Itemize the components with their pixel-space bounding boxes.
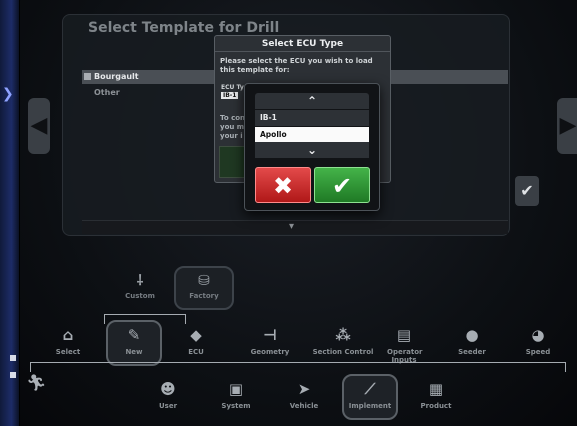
template-source-custom[interactable]: ⸸ Custom <box>116 274 164 300</box>
tab-vehicle[interactable]: ➤ Vehicle <box>272 380 336 410</box>
tab-user[interactable]: ☻ User <box>136 380 200 410</box>
factory-icon: ⛁ <box>198 273 210 289</box>
scroll-up-button[interactable]: ⌃ <box>255 93 369 109</box>
list-item-label: Other <box>94 88 120 97</box>
panel-fragment-mark <box>10 355 16 361</box>
ecu-icon: ◆ <box>190 326 202 344</box>
product-icon: ▦ <box>428 380 444 398</box>
template-source-factory[interactable]: ⛁ Factory <box>180 274 228 300</box>
list-item-marker <box>84 73 91 80</box>
checkmark-icon: ✔ <box>331 172 353 200</box>
confirm-template-button[interactable]: ✔ <box>515 176 539 206</box>
geometry-icon: ⊣ <box>263 326 277 344</box>
tab-geometry[interactable]: ⊣ Geometry <box>238 326 302 356</box>
tab-system[interactable]: ▣ System <box>204 380 268 410</box>
tab-operator-inputs[interactable]: ▤ Operator Inputs <box>372 326 436 364</box>
user-icon: ☻ <box>160 380 176 398</box>
operator-icon[interactable]: 🏃︎ <box>26 373 46 392</box>
new-icon: ✎ <box>127 326 141 344</box>
dialog-title: Select ECU Type <box>215 36 390 52</box>
ecu-type-label: ECU Ty <box>221 84 244 91</box>
scroll-down-bar[interactable] <box>82 220 508 234</box>
page-title: Select Template for Drill <box>88 20 280 36</box>
previous-page-button[interactable]: ◀ <box>28 98 50 154</box>
close-icon: ✖ <box>272 172 294 200</box>
tab-speed[interactable]: ◕ Speed <box>506 326 570 356</box>
dialog-message: Please select the ECU you wish to load t… <box>220 57 373 74</box>
tab-select[interactable]: ⌂ Select <box>36 326 100 356</box>
panel-fragment-mark <box>10 372 16 378</box>
scroll-down-button[interactable]: ⌄ <box>255 142 369 158</box>
ecu-type-dropdown: ⌃ IB-1 Apollo ⌄ ✖ ✔ <box>244 83 380 211</box>
vehicle-icon: ➤ <box>297 380 311 398</box>
cancel-button[interactable]: ✖ <box>255 167 311 203</box>
operator-inputs-icon: ▤ <box>396 326 412 344</box>
select-icon: ⌂ <box>62 326 74 344</box>
custom-icon: ⸸ <box>136 273 144 289</box>
side-panel-fragment: ❯ <box>0 0 19 426</box>
chevron-up-icon: ⌃ <box>306 94 318 108</box>
dropdown-option[interactable]: IB-1 <box>255 110 369 126</box>
seeder-icon: ● <box>465 326 479 344</box>
ok-button[interactable]: ✔ <box>314 167 370 203</box>
system-icon: ▣ <box>228 380 244 398</box>
main-menu-bracket <box>30 362 566 372</box>
tab-section-control[interactable]: ⁂ Section Control <box>304 326 382 356</box>
next-page-button[interactable]: ▶ <box>557 98 577 154</box>
chevron-down-icon: ⌄ <box>306 143 318 157</box>
section-control-icon: ⁂ <box>335 326 351 344</box>
tab-seeder[interactable]: ● Seeder <box>440 326 504 356</box>
ecu-type-field[interactable]: IB-1 <box>221 92 239 99</box>
setup-navigation: ⸸ Custom ⛁ Factory ⌂ Select ✎ New ◆ ECU ⊣ Ge… <box>20 238 577 426</box>
chevron-down-icon: ▾ <box>289 221 295 232</box>
speed-icon: ◕ <box>531 326 545 344</box>
tab-ecu[interactable]: ◆ ECU <box>164 326 228 356</box>
dropdown-option-selected[interactable]: Apollo <box>255 127 369 143</box>
implement-icon: ⟋ <box>364 380 376 398</box>
chevron-right-icon: ❯ <box>2 86 14 102</box>
tab-implement[interactable]: ⟋ Implement <box>338 374 402 420</box>
tab-product[interactable]: ▦ Product <box>404 380 468 410</box>
list-item-label: Bourgault <box>94 72 139 81</box>
tab-new[interactable]: ✎ New <box>102 320 166 366</box>
